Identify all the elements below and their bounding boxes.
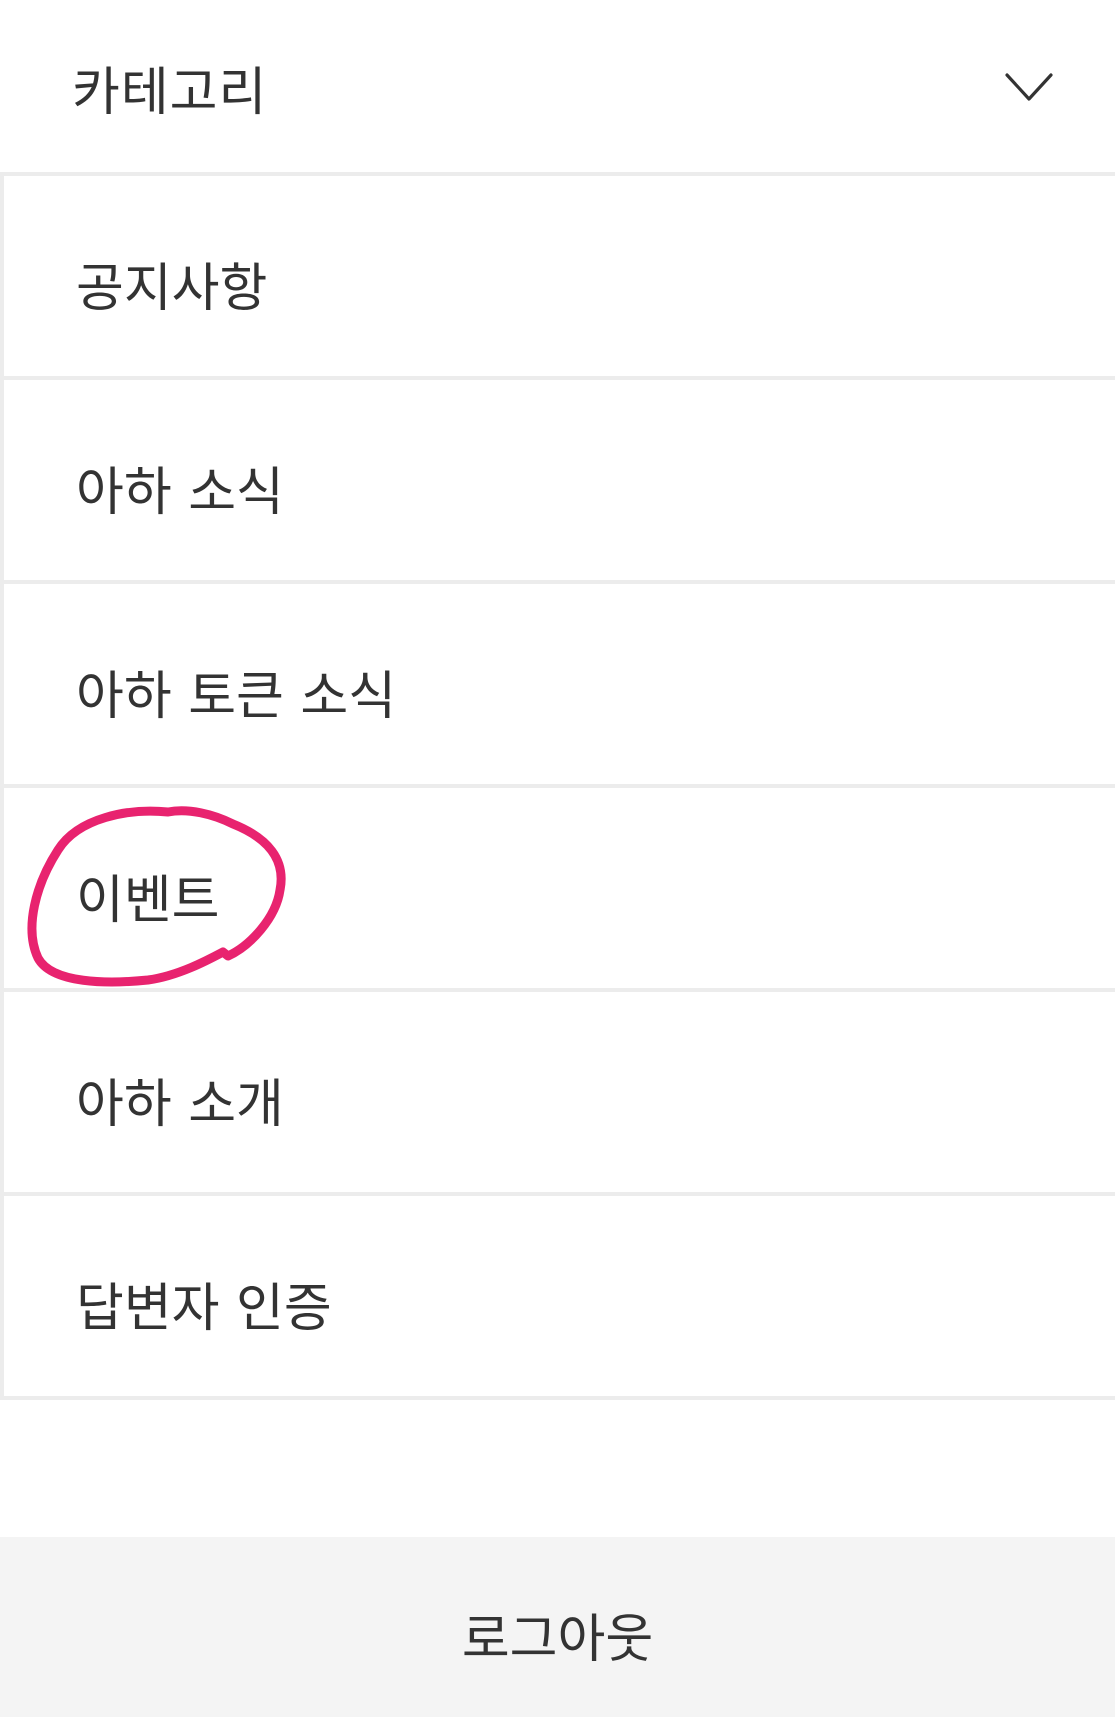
menu-item-label: 아하 소식 [76, 463, 284, 523]
menu-list: 공지사항 아하 소식 아하 토큰 소식 이벤트 아하 소개 답변자 인증 [0, 176, 1115, 1400]
menu-item-label: 이벤트 [76, 871, 220, 931]
menu-item-aha-intro[interactable]: 아하 소개 [0, 992, 1115, 1196]
logout-label: 로그아웃 [461, 1610, 654, 1670]
category-title: 카테고리 [72, 63, 268, 123]
menu-item-label: 아하 토큰 소식 [76, 667, 397, 727]
menu-item-aha-token-news[interactable]: 아하 토큰 소식 [0, 584, 1115, 788]
chevron-down-icon[interactable] [1004, 70, 1054, 104]
menu-item-answerer-verification[interactable]: 답변자 인증 [0, 1196, 1115, 1400]
menu-item-label: 아하 소개 [76, 1075, 284, 1135]
category-header[interactable]: 카테고리 [0, 0, 1115, 176]
menu-item-event[interactable]: 이벤트 [0, 788, 1115, 992]
menu-item-aha-news[interactable]: 아하 소식 [0, 380, 1115, 584]
menu-item-notice[interactable]: 공지사항 [0, 176, 1115, 380]
category-menu-screen: 카테고리 공지사항 아하 소식 아하 토큰 소식 이벤트 아하 소개 답변자 인… [0, 0, 1115, 1717]
menu-item-label: 공지사항 [76, 259, 268, 319]
logout-button[interactable]: 로그아웃 [0, 1537, 1115, 1717]
menu-item-label: 답변자 인증 [76, 1279, 332, 1339]
